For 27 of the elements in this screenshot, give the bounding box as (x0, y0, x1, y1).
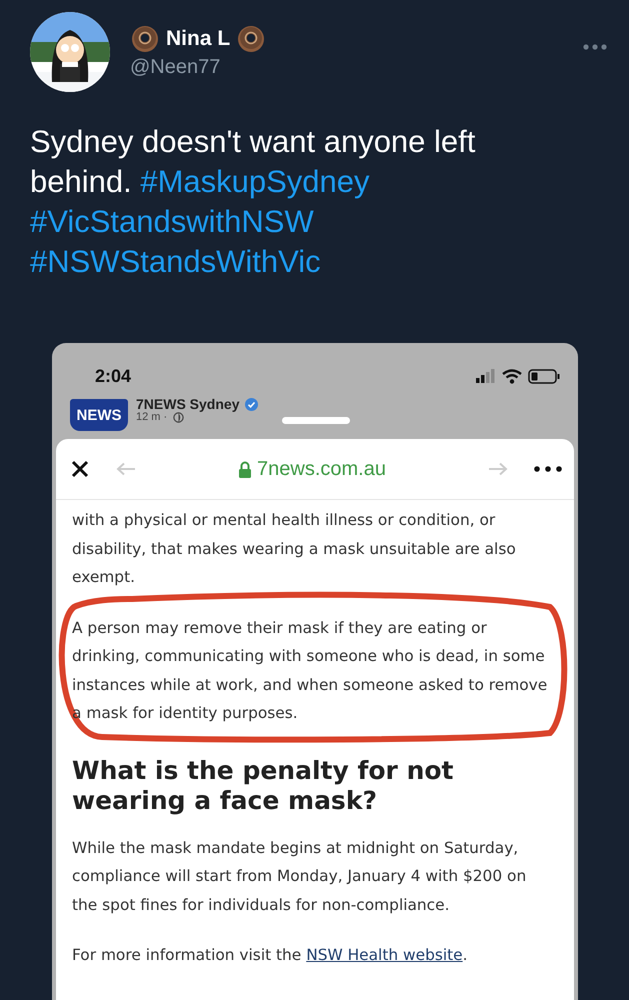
signal-icon (476, 369, 496, 383)
globe-icon (173, 412, 184, 423)
news-logo: NEWS (70, 399, 128, 431)
donut-icon (236, 24, 266, 54)
user-handle[interactable]: @Neen77 (130, 56, 266, 79)
wifi-icon (502, 368, 522, 384)
page-name[interactable]: 7NEWS Sydney (136, 397, 240, 411)
close-icon[interactable] (70, 459, 90, 479)
article-paragraph: with a physical or mental health illness or condition, or disability, that makes wearing a mask unsuitable are also exempt. (72, 510, 517, 588)
drag-handle[interactable] (282, 417, 350, 424)
article-paragraph: For more information visit the NSW Health website. (72, 945, 469, 966)
more-options-icon[interactable] (534, 466, 562, 472)
display-name[interactable]: Nina L (166, 27, 230, 51)
hashtag-link[interactable]: #MaskupSydney (140, 164, 370, 199)
url-text[interactable]: 7news.com.au (257, 458, 386, 480)
article-paragraph: While the mask mandate begins at midnight on Saturday, compliance will start from Monday, January 4 with $200 on the spot fines for individuals for non-compliance. (72, 838, 528, 916)
post-time: 12 m · (136, 411, 168, 424)
health-website-link[interactable]: NSW Health website (306, 946, 463, 964)
article-heading: What is the penalty for not wearing a face mask? (72, 756, 455, 816)
status-time: 2:04 (95, 366, 132, 386)
battery-icon (528, 368, 560, 384)
tweet-text: Sydney doesn't want anyone left behind. #MaskupSydney #VicStandswithNSW #NSWStandsWithVic (30, 123, 476, 281)
hashtag-link[interactable]: #NSWStandsWithVic (30, 244, 321, 279)
verified-badge-icon (245, 398, 258, 410)
hashtag-link[interactable]: #VicStandswithNSW (30, 204, 314, 239)
donut-icon (130, 24, 160, 54)
lock-icon (238, 460, 252, 478)
